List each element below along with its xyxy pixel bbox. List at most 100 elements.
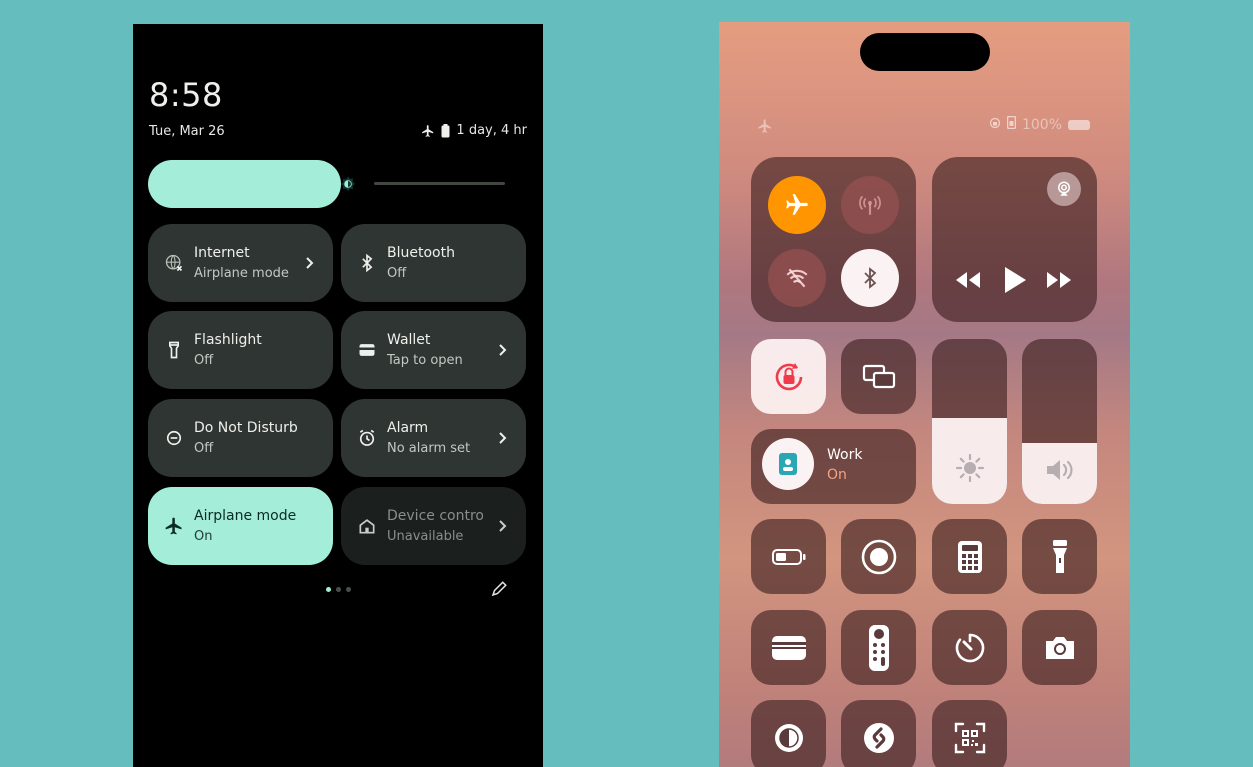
qr-code-scanner-button[interactable] (932, 700, 1007, 767)
brightness-slider[interactable] (148, 160, 341, 208)
tile-title: Wallet (387, 332, 431, 348)
speaker-icon (1022, 456, 1097, 484)
tile-subtitle: Off (194, 441, 214, 456)
chevron-right-icon (498, 340, 508, 360)
airplane-mode-tile[interactable]: Airplane mode On (148, 487, 333, 565)
focus-title: Work (827, 447, 863, 463)
alarm-tile[interactable]: Alarm No alarm set (341, 399, 526, 477)
camera-icon (1045, 636, 1074, 659)
timer-icon (955, 633, 984, 662)
tile-title: Alarm (387, 420, 429, 436)
page-indicator (326, 587, 351, 592)
edit-pencil-icon[interactable] (490, 580, 508, 602)
brightness-icon (339, 175, 357, 197)
airplane-icon (757, 118, 773, 138)
shazam-icon (863, 722, 894, 753)
apple-tv-remote-icon (868, 624, 889, 671)
airplane-icon (164, 516, 184, 536)
rewind-icon[interactable] (954, 269, 982, 295)
tile-subtitle: Tap to open (387, 353, 463, 368)
orientation-lock-icon (989, 117, 1001, 133)
bluetooth-tile[interactable]: Bluetooth Off (341, 224, 526, 302)
android-quick-settings: 8:58 Tue, Mar 26 1 day, 4 hr Internet Ai… (133, 24, 543, 767)
orientation-lock-button[interactable] (751, 339, 826, 414)
alarm-icon (357, 428, 377, 448)
tile-subtitle: Airplane mode (194, 266, 289, 281)
bluetooth-toggle[interactable] (841, 249, 899, 307)
screen-mirroring-button[interactable] (841, 339, 916, 414)
battery-time-remaining: 1 day, 4 hr (456, 123, 527, 138)
dark-mode-button[interactable] (751, 700, 826, 767)
low-power-mode-button[interactable] (751, 519, 826, 594)
do-not-disturb-tile[interactable]: Do Not Disturb Off (148, 399, 333, 477)
flashlight-tile[interactable]: Flashlight Off (148, 311, 333, 389)
battery-icon (1068, 119, 1090, 130)
camera-button[interactable] (1022, 610, 1097, 685)
tile-subtitle: On (194, 529, 213, 544)
device-controls-tile[interactable]: Device control Unavailable (341, 487, 526, 565)
bluetooth-icon (357, 253, 377, 273)
clock: 8:58 (149, 76, 223, 114)
wallet-tile[interactable]: Wallet Tap to open (341, 311, 526, 389)
timer-button[interactable] (932, 610, 1007, 685)
antenna-icon (859, 195, 881, 215)
screen-record-icon (861, 539, 896, 574)
tile-title: Airplane mode (194, 508, 297, 524)
wifi-off-icon (786, 268, 808, 288)
airplane-icon (421, 124, 435, 138)
orientation-lock-icon (751, 339, 826, 414)
focus-status: On (827, 467, 847, 483)
flashlight-button[interactable] (1022, 519, 1097, 594)
focus-module[interactable]: Work On (751, 429, 916, 504)
bluetooth-icon (864, 267, 877, 289)
airplay-icon[interactable] (1047, 172, 1081, 206)
home-icon (357, 516, 377, 536)
work-focus-icon (762, 438, 814, 490)
sun-icon (932, 452, 1007, 484)
tile-subtitle: Off (387, 266, 407, 281)
fast-forward-icon[interactable] (1045, 269, 1073, 295)
tile-subtitle: No alarm set (387, 441, 471, 456)
wallet-icon (357, 340, 377, 360)
cellular-toggle[interactable] (841, 176, 899, 234)
tile-subtitle: Unavailable (387, 529, 464, 544)
tile-title: Internet (194, 245, 250, 261)
calculator-icon (957, 540, 982, 573)
globe-off-icon (164, 253, 184, 273)
brightness-track[interactable] (374, 182, 505, 185)
tile-title: Flashlight (194, 332, 262, 348)
low-power-mode-icon (771, 548, 805, 565)
chevron-right-icon (498, 516, 508, 536)
media-module (932, 157, 1097, 322)
battery-percentage: 100% (1021, 116, 1062, 133)
screen-mirroring-icon (862, 364, 895, 388)
apple-tv-remote-button[interactable] (841, 610, 916, 685)
shazam-button[interactable] (841, 700, 916, 767)
airplane-mode-toggle[interactable] (768, 176, 826, 234)
chevron-right-icon (305, 253, 315, 273)
ios-control-center: 100% Work On (719, 22, 1130, 767)
airplane-icon (786, 194, 808, 215)
qr-code-scanner-icon (954, 722, 985, 753)
play-icon[interactable] (1002, 265, 1028, 299)
calculator-button[interactable] (932, 519, 1007, 594)
dnd-icon (164, 428, 184, 448)
tile-title: Bluetooth (387, 245, 455, 261)
page-dot[interactable] (346, 587, 351, 592)
page-dot[interactable] (336, 587, 341, 592)
battery-icon (441, 123, 450, 138)
connectivity-module (751, 157, 916, 322)
sim-icon (1006, 115, 1017, 133)
screen-record-button[interactable] (841, 519, 916, 594)
brightness-slider[interactable] (932, 339, 1007, 504)
wifi-toggle[interactable] (768, 249, 826, 307)
flashlight-icon (164, 340, 184, 360)
volume-slider[interactable] (1022, 339, 1097, 504)
internet-tile[interactable]: Internet Airplane mode (148, 224, 333, 302)
flashlight-icon (1052, 539, 1067, 573)
page-dot[interactable] (326, 587, 331, 592)
wallet-button[interactable] (751, 610, 826, 685)
dark-mode-icon (774, 723, 803, 752)
dynamic-island (860, 33, 990, 71)
status-bar-right: 1 day, 4 hr (421, 123, 527, 138)
